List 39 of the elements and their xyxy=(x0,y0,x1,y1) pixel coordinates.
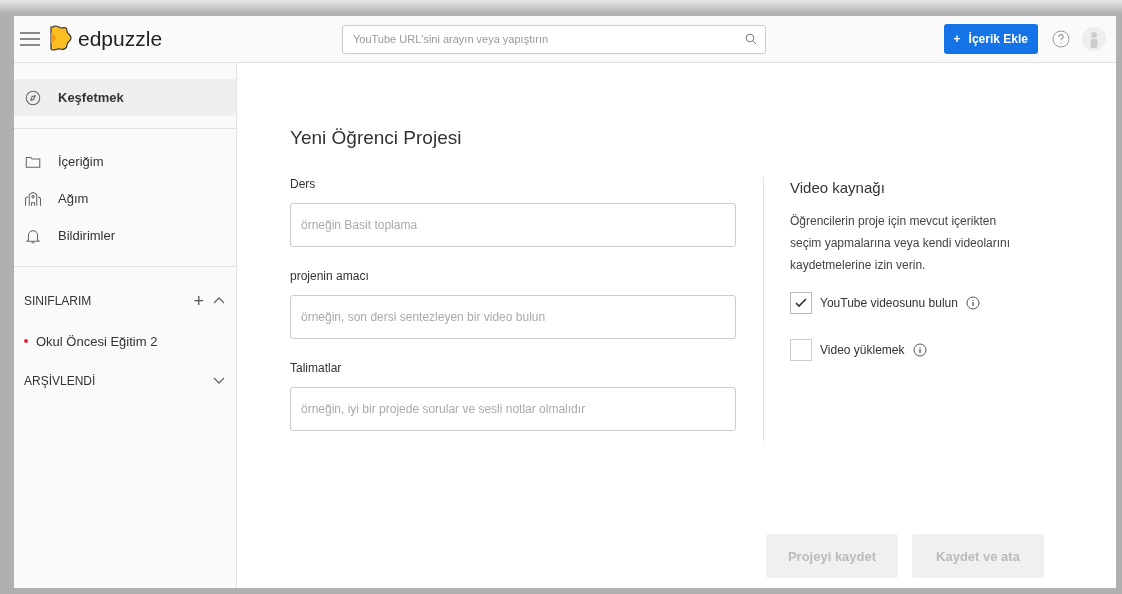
info-icon[interactable] xyxy=(912,343,927,357)
input-field[interactable]: örneğin Basit toplama xyxy=(290,203,736,247)
option-label: YouTube videosunu bulun xyxy=(820,296,958,310)
sidebar-item[interactable]: İçeriğim xyxy=(14,143,236,180)
sidebar-item-label: Bildirimler xyxy=(58,228,116,243)
menu-icon[interactable] xyxy=(18,31,42,47)
class-item[interactable]: Okul Öncesi Eğitim 2 xyxy=(14,321,236,361)
checkbox[interactable] xyxy=(790,292,812,314)
field-label: Ders xyxy=(290,177,317,191)
sidebar-item-label: Ağım xyxy=(58,191,89,206)
help-icon[interactable] xyxy=(1052,30,1070,48)
search-input[interactable]: YouTube URL'sini arayın veya yapıştırın xyxy=(351,32,745,46)
option-label: Video yüklemek xyxy=(820,343,905,357)
page-title: Yeni Öğrenci Projesi xyxy=(290,127,463,149)
section-title: Video kaynağı xyxy=(790,179,886,196)
check-icon xyxy=(795,298,807,308)
sidebar-item-label: Keşfetmek xyxy=(58,90,124,105)
sidebar-item-label: İçeriğim xyxy=(58,154,104,169)
info-icon[interactable] xyxy=(965,296,980,310)
class-label: Okul Öncesi Eğitim 2 xyxy=(36,333,158,349)
archived-heading: ARŞİVLENDİ xyxy=(24,374,97,388)
input-field[interactable]: örneğin, son dersi sentezleyen bir video bulun xyxy=(290,295,736,339)
add-content-button[interactable]: + İçerik Ekle xyxy=(943,24,1038,54)
input-field[interactable]: örneğin, iyi bir projede sorular ve sesli notlar olmalıdır xyxy=(290,387,736,431)
logo-text: edpuzzle xyxy=(78,27,163,51)
sidebar-item[interactable]: Ağım xyxy=(14,180,236,217)
sidebar-item[interactable]: Keşfetmek xyxy=(14,79,236,116)
search-icon xyxy=(745,33,757,45)
field-label: projenin amacı xyxy=(290,269,370,283)
field-label: Talimatlar xyxy=(290,361,343,375)
compass-icon xyxy=(24,88,42,107)
description-text: Öğrencilerin proje için mevcut içerikten seçim yapmalarına veya kendi videolarını kaydetmelerine izin verin. xyxy=(790,213,1012,274)
sidebar-item[interactable]: Bildirimler xyxy=(14,217,236,254)
building-icon xyxy=(24,189,42,208)
checkbox[interactable] xyxy=(790,339,812,361)
search-field[interactable]: YouTube URL'sini arayın veya yapıştırın xyxy=(342,24,766,54)
puzzle-logo-icon xyxy=(48,24,72,54)
classes-heading: SINIFLARIM xyxy=(24,294,93,308)
add-class-button[interactable]: + xyxy=(185,290,212,312)
